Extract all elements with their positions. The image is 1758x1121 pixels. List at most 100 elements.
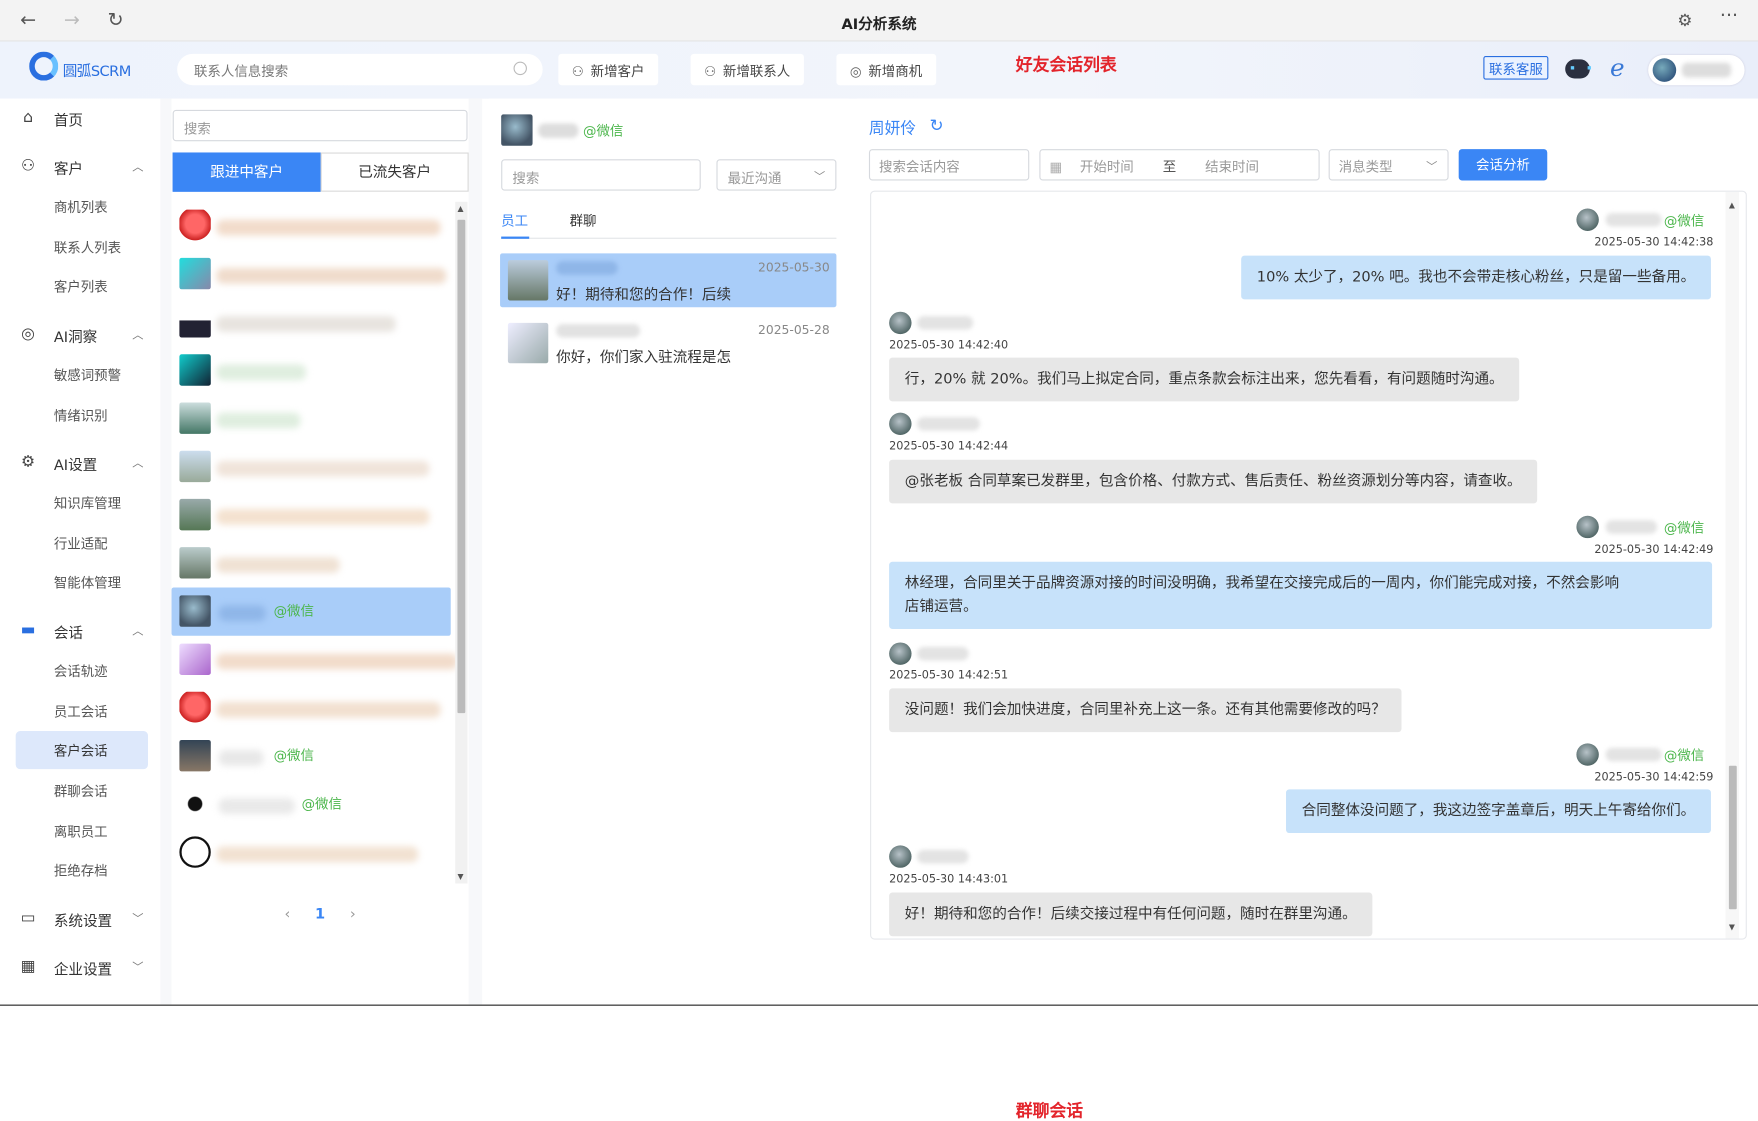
list-item[interactable] <box>172 202 451 250</box>
robot-icon[interactable] <box>1565 59 1591 79</box>
avatar <box>179 547 211 579</box>
next-page-icon[interactable]: › <box>350 906 356 923</box>
sender-name-blurred <box>917 646 969 661</box>
list-item[interactable] <box>172 829 451 877</box>
more-button[interactable]: ··· <box>1720 6 1738 26</box>
sidebar-item-customer-session[interactable]: 客户会话 <box>15 731 148 770</box>
list-item[interactable] <box>172 636 458 684</box>
add-customer-button[interactable]: ⚇ 新增客户 <box>558 53 658 86</box>
scroll-up-icon[interactable]: ▲ <box>457 204 463 213</box>
sidebar-item-customer-list[interactable]: 客户列表 <box>16 267 148 305</box>
add-contact-button[interactable]: ⚇ 新增联系人 <box>690 53 804 86</box>
customer-search-input[interactable]: 搜索 <box>172 109 468 142</box>
conversation-item[interactable]: 2025-05-28 你好，你们家入驻流程是怎 <box>500 316 836 370</box>
list-item[interactable]: @微信 <box>172 780 451 828</box>
user-menu[interactable] <box>1648 54 1745 86</box>
sidebar-item-enterprise[interactable]: ▦ 企业设置 ﹀ <box>16 947 148 985</box>
sender-name-blurred <box>917 417 980 431</box>
conversation-search-input[interactable]: 搜索 <box>501 159 701 191</box>
scrollbar-thumb[interactable] <box>457 219 466 714</box>
sidebar-item-group-session[interactable]: 群聊会话 <box>16 771 148 809</box>
message-time: 2025-05-30 14:42:44 <box>889 440 1009 453</box>
name-blurred <box>556 324 641 338</box>
wechat-tag: @微信 <box>583 123 624 140</box>
list-item[interactable] <box>172 250 451 298</box>
chat-panel: 周妍伶 ↻ 搜索会话内容 ▦ 开始时间 至 结束时间 消息类型 ﹀ 会话分析 @微… <box>856 98 1758 1005</box>
sidebar-item-contacts[interactable]: 联系人列表 <box>16 228 148 266</box>
list-item[interactable] <box>172 443 451 491</box>
sidebar-item-knowledge[interactable]: 知识库管理 <box>16 483 148 521</box>
settings-icon[interactable]: ⚙ <box>1677 10 1692 30</box>
sidebar-item-opportunities[interactable]: 商机列表 <box>16 187 148 225</box>
tab-lost-customers[interactable]: 已流失客户 <box>320 152 469 192</box>
logo-icon <box>29 51 59 81</box>
browser-ie-icon[interactable]: e <box>1610 55 1625 83</box>
sidebar-item-session-trace[interactable]: 会话轨迹 <box>16 651 148 689</box>
end-date-input[interactable]: 结束时间 <box>1205 159 1259 175</box>
sidebar-item-industry[interactable]: 行业适配 <box>16 524 148 562</box>
list-item[interactable]: @微信 <box>172 732 451 780</box>
sidebar-item-customers[interactable]: ⚇ 客户 ︿ <box>16 147 148 185</box>
wechat-tag: @微信 <box>273 747 314 764</box>
name-blurred <box>216 557 340 573</box>
sender-name-blurred <box>1605 520 1658 534</box>
tab-group-chat[interactable]: 群聊 <box>570 211 597 230</box>
sidebar-item-agents[interactable]: 智能体管理 <box>16 563 148 601</box>
scroll-up-icon[interactable]: ▲ <box>1729 201 1735 210</box>
message-bubble: 合同整体没问题了，我这边签字盖章后，明天上午寄给你们。 <box>1285 789 1711 834</box>
sidebar-item-ai-insight[interactable]: ◎ AI洞察 ︿ <box>16 315 148 353</box>
conversation-item-selected[interactable]: 2025-05-30 好！期待和您的合作！后续 <box>500 253 837 308</box>
analyze-button[interactable]: 会话分析 <box>1458 149 1548 181</box>
sort-select[interactable]: 最近沟通 ﹀ <box>716 159 837 191</box>
chat-scrollbar[interactable]: ▲ ▼ <box>1725 191 1739 939</box>
sidebar-item-emotion[interactable]: 情绪识别 <box>16 396 148 434</box>
scroll-down-icon[interactable]: ▼ <box>457 872 463 881</box>
sidebar-item-home[interactable]: ⌂ 首页 <box>16 99 148 137</box>
message-type-select[interactable]: 消息类型 ﹀ <box>1328 149 1449 181</box>
list-item[interactable] <box>172 395 451 443</box>
search-icon[interactable] <box>513 61 527 76</box>
sidebar-item-session[interactable]: ▬ 会话 ︿ <box>16 611 148 649</box>
sidebar-item-refused-archive[interactable]: 拒绝存档 <box>16 851 148 889</box>
sidebar-item-sensitive-words[interactable]: 敏感词预警 <box>16 355 148 393</box>
scroll-down-icon[interactable]: ▼ <box>1729 923 1735 932</box>
users-icon: ⚇ <box>20 156 36 175</box>
add-opportunity-button[interactable]: ◎ 新增商机 <box>836 53 936 86</box>
list-item[interactable] <box>172 684 451 732</box>
sender-name-blurred <box>917 849 969 864</box>
refresh-icon[interactable]: ↻ <box>929 115 943 135</box>
sidebar-item-ai-settings[interactable]: ⚙ AI设置 ︿ <box>16 443 148 481</box>
name-blurred <box>216 267 447 284</box>
chevron-up-icon: ︿ <box>132 625 144 638</box>
start-date-input[interactable]: 开始时间 <box>1080 159 1134 175</box>
message-time: 2025-05-30 14:42:51 <box>889 669 1009 682</box>
sidebar-item-employee-session[interactable]: 员工会话 <box>16 692 148 730</box>
sidebar-item-resigned[interactable]: 离职员工 <box>16 812 148 850</box>
list-item[interactable] <box>172 491 451 539</box>
name-blurred <box>216 509 430 525</box>
date-range-picker[interactable]: ▦ 开始时间 至 结束时间 <box>1039 149 1320 181</box>
divider <box>501 237 837 239</box>
chat-search-input[interactable]: 搜索会话内容 <box>868 149 1030 181</box>
list-item[interactable] <box>172 298 451 346</box>
scrollbar-thumb[interactable] <box>1728 765 1737 910</box>
page-number[interactable]: 1 <box>315 906 325 923</box>
tab-employee[interactable]: 员工 <box>501 211 528 230</box>
customer-list-scrollbar[interactable]: ▲ ▼ <box>455 201 468 884</box>
chevron-down-icon: ﹀ <box>1426 161 1438 174</box>
window-title: AI分析系统 <box>841 16 917 34</box>
sender-name-blurred <box>917 316 974 330</box>
contact-search-input[interactable]: 联系人信息搜索 <box>177 53 543 86</box>
sidebar-item-system[interactable]: ▭ 系统设置 ﹀ <box>16 899 148 937</box>
list-item[interactable] <box>172 346 451 394</box>
range-separator: 至 <box>1162 159 1177 175</box>
chevron-down-icon: ﹀ <box>132 913 144 927</box>
tab-following-customers[interactable]: 跟进中客户 <box>172 152 321 192</box>
divider <box>0 1004 1758 1006</box>
chat-icon: ▬ <box>20 621 36 640</box>
prev-page-icon[interactable]: ‹ <box>285 906 291 923</box>
list-item-selected[interactable]: @微信 <box>171 587 451 636</box>
support-button[interactable]: 联系客服 <box>1483 56 1549 80</box>
list-item[interactable] <box>172 539 451 587</box>
chevron-up-icon: ︿ <box>132 329 144 342</box>
